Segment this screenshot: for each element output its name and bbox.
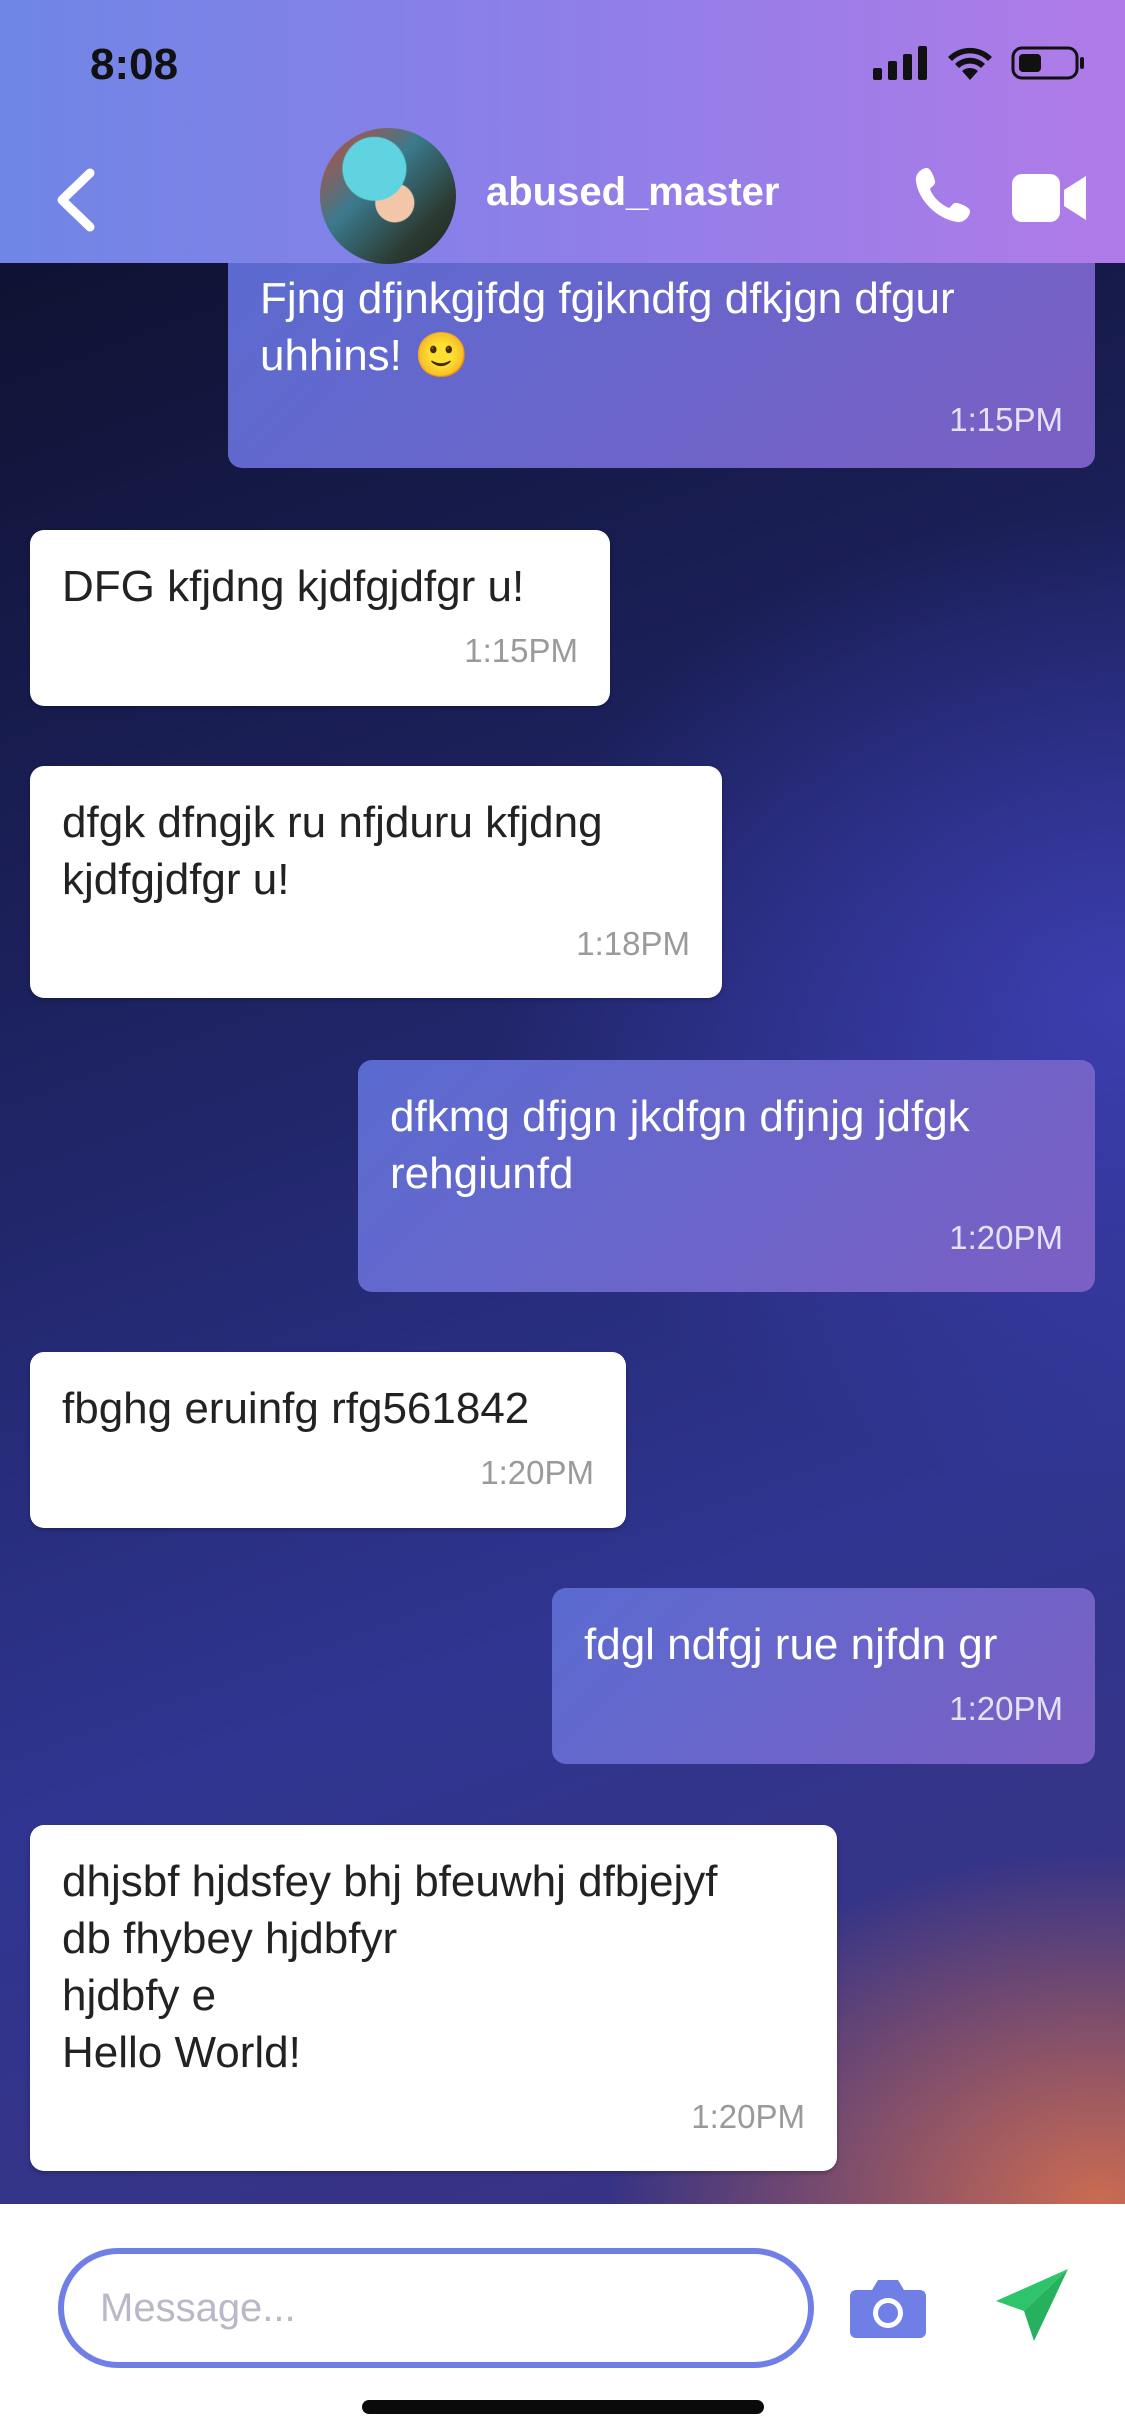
message-text: dfgk dfngjk ru nfjduru kfjdng kjdfgjdfgr… <box>62 798 603 904</box>
cellular-signal-icon <box>873 46 927 80</box>
message-incoming[interactable]: dhjsbf hjdsfey bhj bfeuwhj dfbjejyf db f… <box>30 1825 837 2171</box>
chat-header: 8:08 abused_master <box>0 0 1125 264</box>
wifi-icon <box>948 47 992 80</box>
status-time: 8:08 <box>90 40 179 89</box>
message-text: DFG kfjdng kjdfgjdfgr u! <box>62 562 525 611</box>
phone-icon[interactable] <box>912 164 974 226</box>
avatar[interactable] <box>320 128 456 264</box>
battery-icon <box>1011 46 1084 80</box>
message-outgoing[interactable]: Fjng dfjnkgjfdg fgjkndfg dfkjgn dfgur uh… <box>228 240 1095 468</box>
message-text: Fjng dfjnkgjfdg fgjkndfg dfkjgn dfgur uh… <box>260 274 955 380</box>
message-time: 1:15PM <box>464 632 578 669</box>
message-incoming[interactable]: fbghg eruinfg rfg561842 1:20PM <box>30 1352 626 1528</box>
message-time: 1:20PM <box>949 1219 1063 1256</box>
status-icons <box>873 46 1085 80</box>
back-icon[interactable] <box>52 165 102 235</box>
message-text: dfkmg dfjgn jkdfgn dfjnjg jdfgk rehgiunf… <box>390 1092 970 1198</box>
message-text: fdgl ndfgj rue njfdn gr <box>584 1620 998 1669</box>
message-outgoing[interactable]: dfkmg dfjgn jkdfgn dfjnjg jdfgk rehgiunf… <box>358 1060 1095 1292</box>
message-input[interactable] <box>58 2248 814 2368</box>
message-time: 1:20PM <box>949 1690 1063 1727</box>
message-text: dhjsbf hjdsfey bhj bfeuwhj dfbjejyf db f… <box>62 1857 718 2077</box>
message-incoming[interactable]: dfgk dfngjk ru nfjduru kfjdng kjdfgjdfgr… <box>30 766 722 998</box>
message-incoming[interactable]: DFG kfjdng kjdfgjdfgr u! 1:15PM <box>30 530 610 706</box>
video-camera-icon[interactable] <box>1012 170 1087 226</box>
message-time: 1:20PM <box>691 2098 805 2135</box>
home-indicator <box>362 2400 764 2414</box>
message-text: fbghg eruinfg rfg561842 <box>62 1384 530 1433</box>
contact-username[interactable]: abused_master <box>486 170 779 215</box>
message-outgoing[interactable]: fdgl ndfgj rue njfdn gr 1:20PM <box>552 1588 1095 1764</box>
message-time: 1:15PM <box>949 401 1063 438</box>
send-icon[interactable] <box>992 2265 1072 2345</box>
message-time: 1:20PM <box>480 1454 594 1491</box>
message-time: 1:18PM <box>576 925 690 962</box>
camera-icon[interactable] <box>850 2278 926 2338</box>
